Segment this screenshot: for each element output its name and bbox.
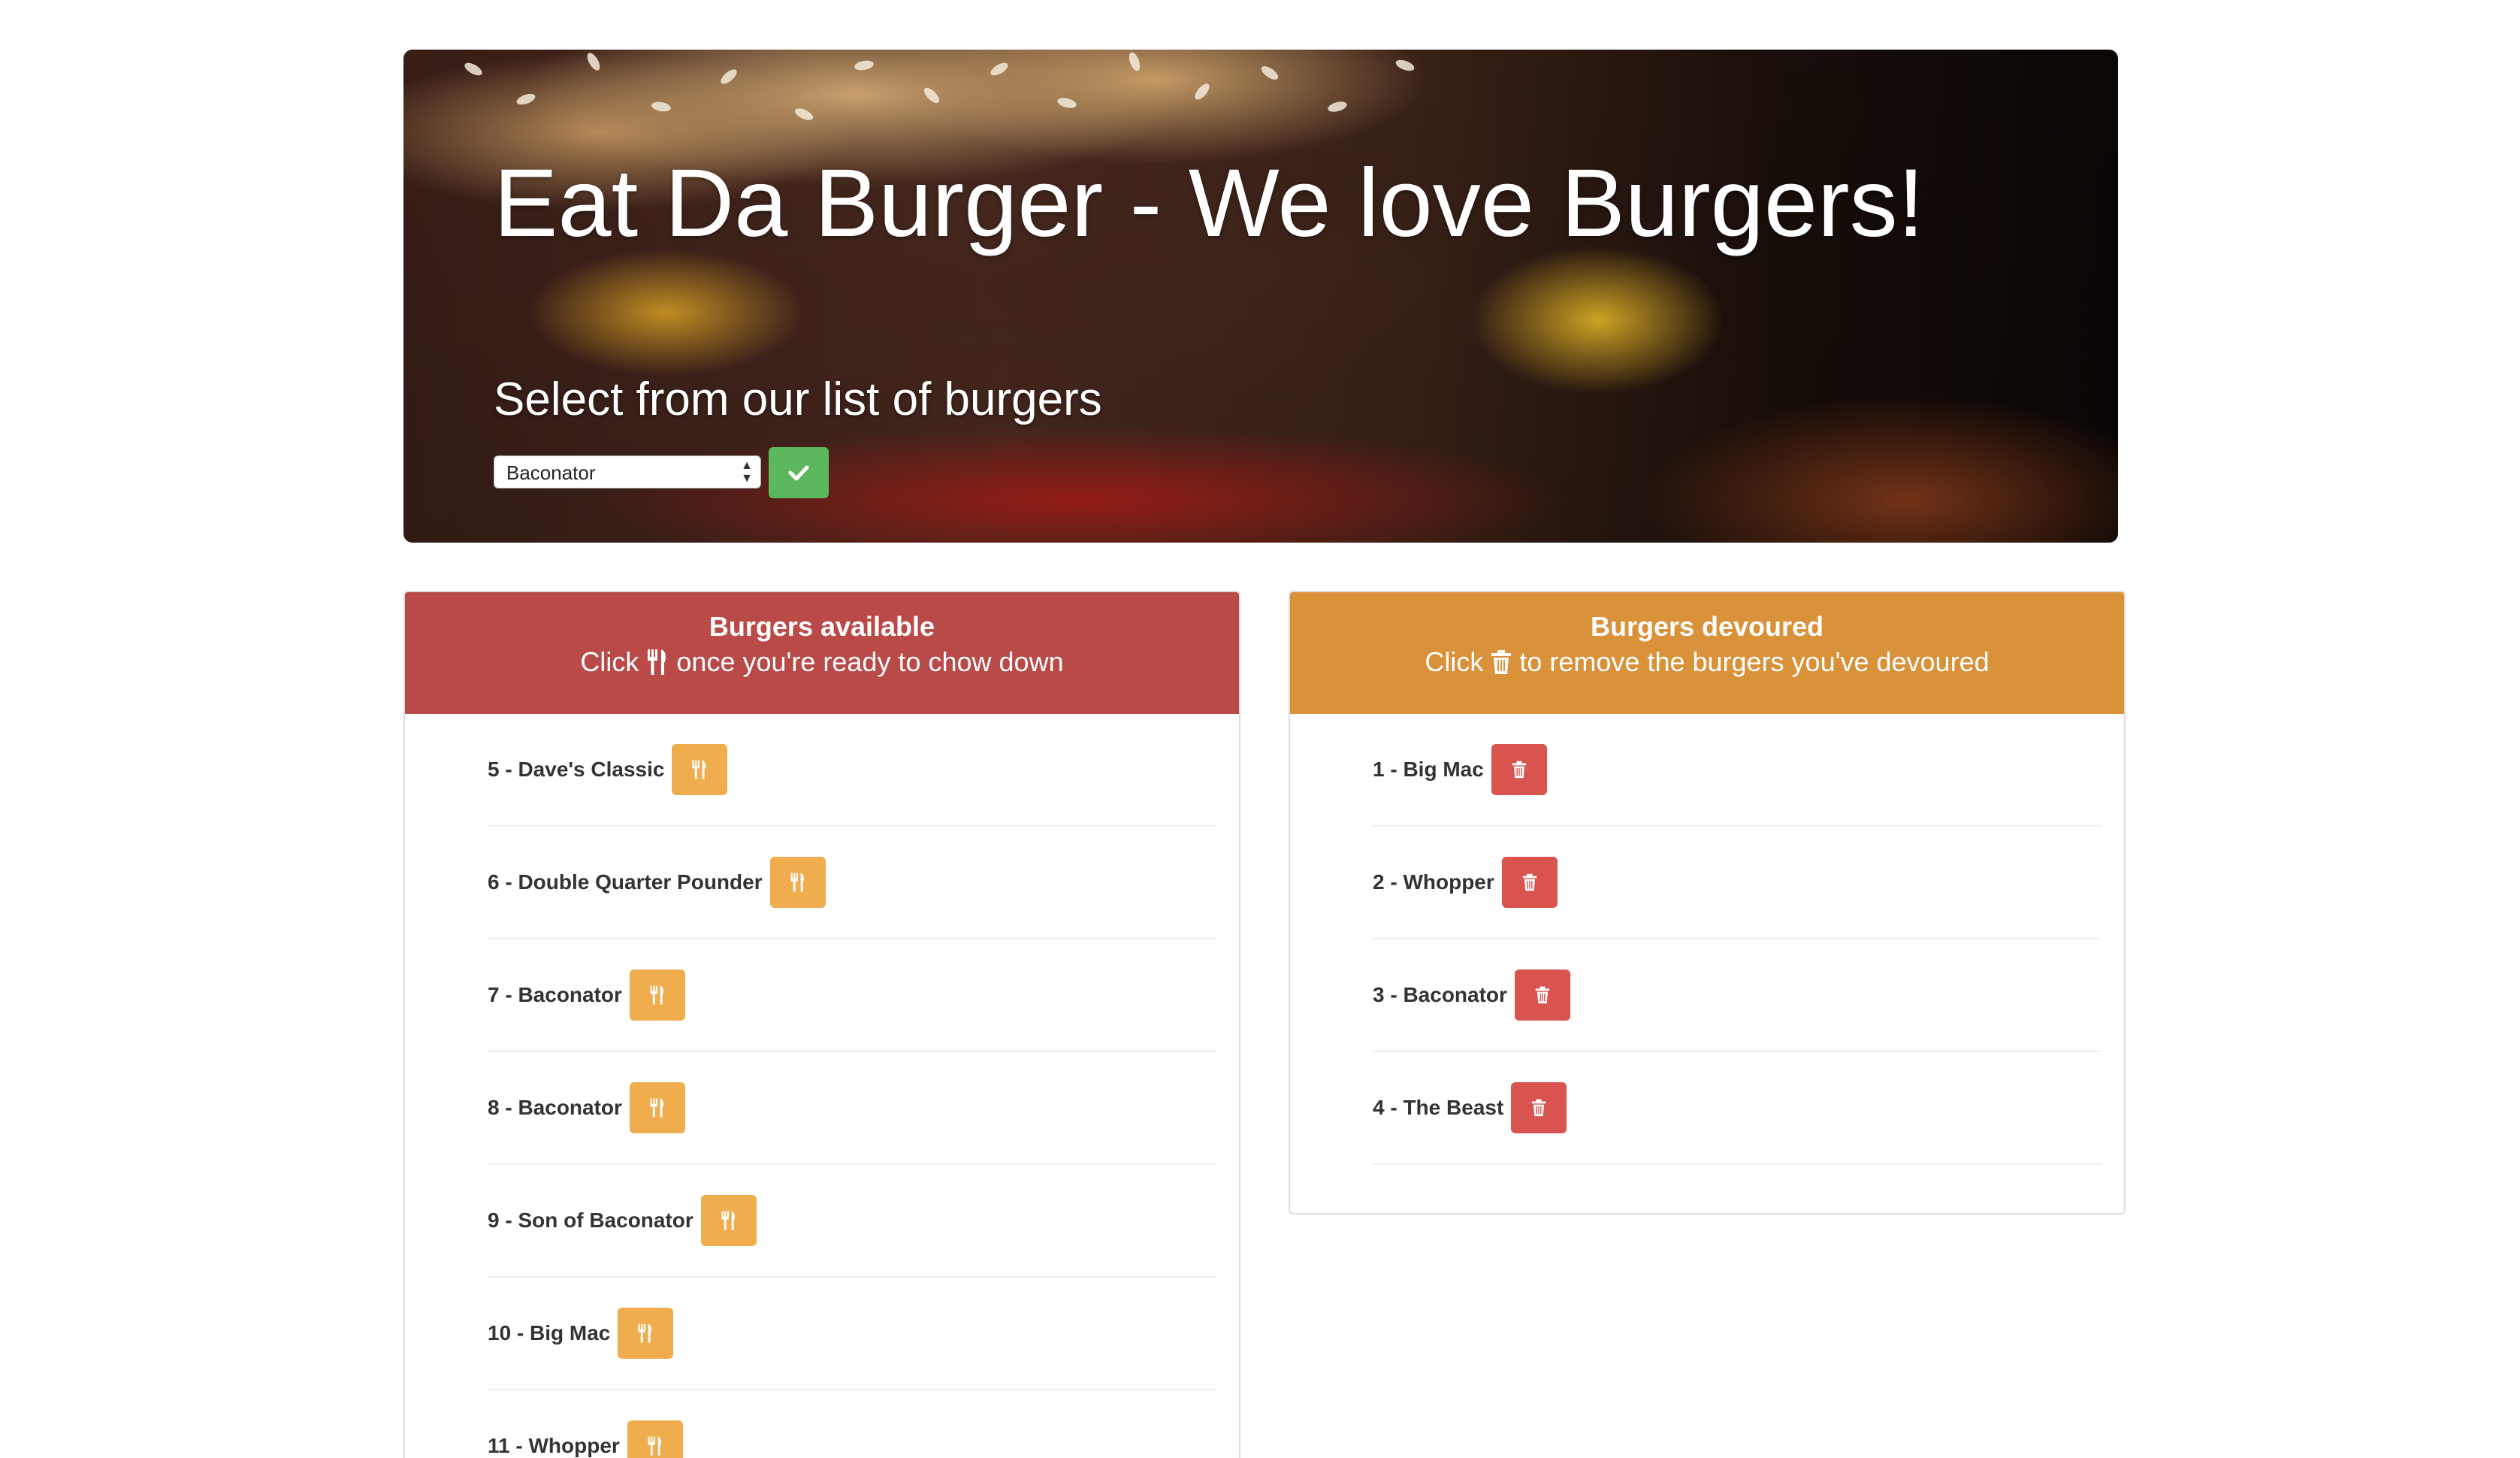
delete-burger-button[interactable] <box>1491 744 1547 795</box>
burgers-available-description: Click once you're ready to chow down <box>405 643 1239 681</box>
select-arrows-icon: ▲ ▼ <box>741 459 753 485</box>
devour-burger-button[interactable] <box>629 969 685 1021</box>
burger-name: 11 - Whopper <box>488 1434 620 1457</box>
burger-name: 2 - Whopper <box>1373 870 1494 894</box>
list-item: 3 - Baconator <box>1373 939 2102 1052</box>
desc-text-after: to remove the burgers you've devoured <box>1519 646 1990 677</box>
check-icon <box>788 465 809 481</box>
trash-icon <box>1522 873 1536 891</box>
burgers-available-header: Burgers available Click once you're read… <box>405 592 1239 714</box>
delete-burger-button[interactable] <box>1514 969 1570 1021</box>
utensils-icon <box>638 1323 652 1343</box>
list-item: 9 - Son of Baconator <box>488 1165 1216 1278</box>
burger-name: 7 - Baconator <box>488 983 622 1006</box>
hero-subtitle: Select from our list of burgers <box>494 374 1102 425</box>
list-item: 11 - Whopper <box>488 1390 1216 1458</box>
trash-icon <box>1512 761 1526 779</box>
burgers-available-panel: Burgers available Click once you're read… <box>403 591 1240 1458</box>
burger-name: 9 - Son of Baconator <box>488 1208 693 1232</box>
list-item: 2 - Whopper <box>1373 827 2102 939</box>
list-item: 1 - Big Mac <box>1373 714 2102 827</box>
trash-icon <box>1535 986 1550 1004</box>
trash-icon <box>1491 650 1512 674</box>
utensils-icon <box>692 760 706 779</box>
hero-banner: Eat Da Burger - We love Burgers! Select … <box>403 50 2118 543</box>
list-item: 6 - Double Quarter Pounder <box>488 827 1216 939</box>
page: Eat Da Burger - We love Burgers! Select … <box>0 0 2520 1458</box>
burgers-devoured-panel: Burgers devoured Click to remove the bur… <box>1289 591 2126 1214</box>
utensils-icon <box>721 1211 735 1230</box>
burger-name: 3 - Baconator <box>1373 983 1507 1006</box>
burgers-devoured-header: Burgers devoured Click to remove the bur… <box>1290 592 2124 714</box>
devour-burger-button[interactable] <box>629 1082 685 1133</box>
burgers-devoured-description: Click to remove the burgers you've devou… <box>1290 643 2124 681</box>
devour-burger-button[interactable] <box>672 744 728 795</box>
burgers-devoured-title: Burgers devoured <box>1590 611 1824 642</box>
burgers-devoured-list: 1 - Big Mac 2 - Whopper 3 - Baconator 4 - T… <box>1373 714 2102 1165</box>
burger-name: 4 - The Beast <box>1373 1096 1504 1119</box>
burger-name: 10 - Big Mac <box>488 1321 611 1345</box>
utensils-icon <box>650 1098 663 1118</box>
page-title: Eat Da Burger - We love Burgers! <box>494 150 1925 257</box>
burger-name: 6 - Double Quarter Pounder <box>488 870 763 894</box>
desc-text-before: Click <box>1425 646 1484 677</box>
utensils-icon <box>650 985 663 1005</box>
delete-burger-button[interactable] <box>1501 857 1558 908</box>
devour-burger-button[interactable] <box>627 1420 683 1458</box>
devour-burger-button[interactable] <box>700 1195 757 1246</box>
desc-text-before: Click <box>580 646 639 677</box>
devour-burger-button[interactable] <box>618 1308 674 1359</box>
submit-burger-button[interactable] <box>769 447 829 498</box>
list-item: 5 - Dave's Classic <box>488 714 1216 827</box>
burger-name: 5 - Dave's Classic <box>488 758 665 781</box>
devour-burger-button[interactable] <box>769 857 826 908</box>
utensils-icon <box>648 649 666 675</box>
burgers-available-list: 5 - Dave's Classic 6 - Double Quarter Pou… <box>488 714 1216 1458</box>
delete-burger-button[interactable] <box>1511 1082 1567 1133</box>
utensils-icon <box>648 1436 661 1456</box>
burger-select[interactable]: Baconator ▲ ▼ <box>494 455 761 489</box>
list-item: 7 - Baconator <box>488 939 1216 1052</box>
burger-name: 8 - Baconator <box>488 1096 622 1119</box>
burger-select-value: Baconator <box>506 461 596 484</box>
list-item: 10 - Big Mac <box>488 1278 1216 1390</box>
utensils-icon <box>790 873 804 892</box>
burgers-available-title: Burgers available <box>709 611 935 642</box>
list-item: 4 - The Beast <box>1373 1052 2102 1165</box>
list-item: 8 - Baconator <box>488 1052 1216 1165</box>
desc-text-after: once you're ready to chow down <box>676 646 1064 677</box>
burger-name: 1 - Big Mac <box>1373 758 1484 781</box>
trash-icon <box>1532 1099 1546 1117</box>
